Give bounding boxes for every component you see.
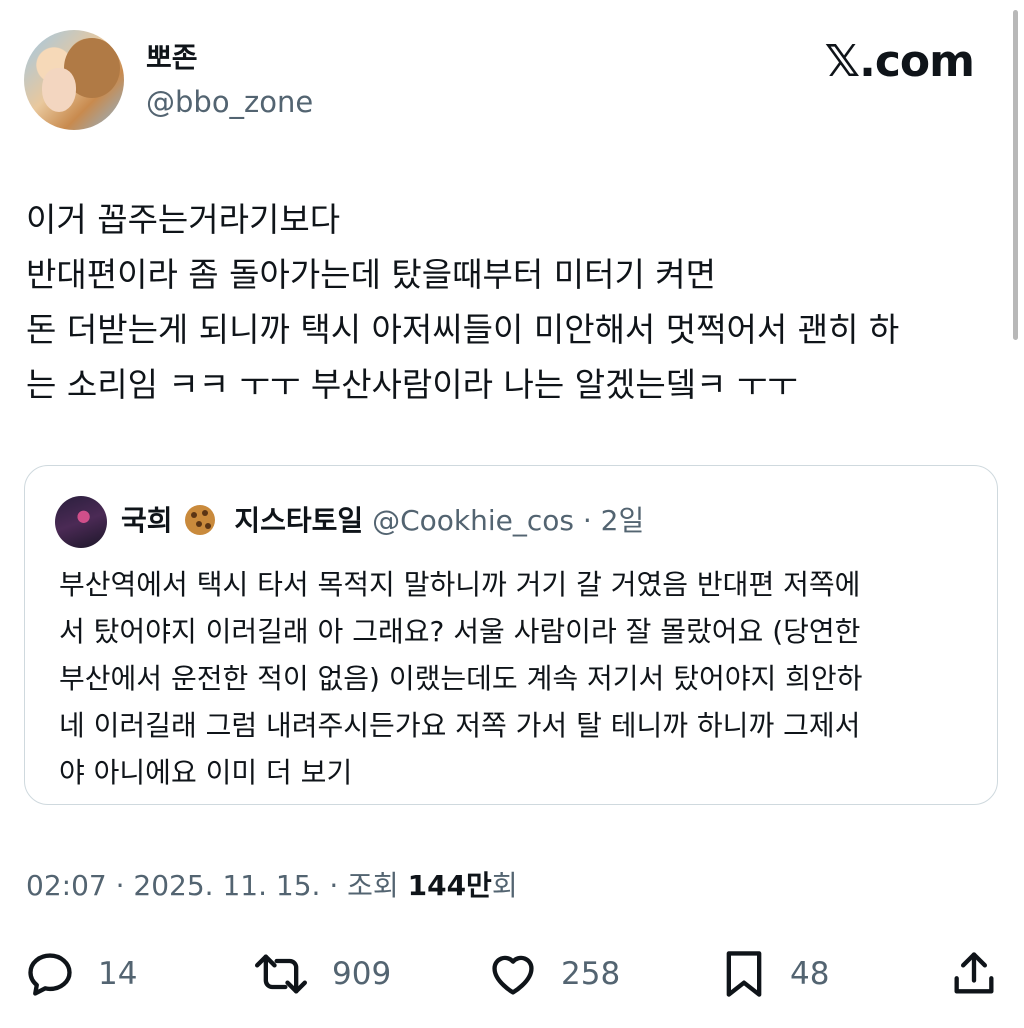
reply-button[interactable]: 14 — [24, 944, 137, 1004]
bookmark-button[interactable]: 48 — [720, 944, 829, 1004]
views-count: 144만 — [407, 869, 492, 902]
quoted-tweet[interactable]: 국희 지스타토일 @Cookhie_cos · 2일 부산역에서 택시 타서 목… — [24, 465, 998, 805]
retweet-button[interactable]: 909 — [252, 944, 391, 1004]
quote-avatar[interactable] — [55, 496, 107, 548]
quote-header: 국희 지스타토일 @Cookhie_cos · 2일 — [121, 500, 644, 542]
quote-name-part2: 지스타토일 — [234, 504, 364, 537]
display-name[interactable]: 뽀존 — [146, 40, 198, 76]
tweet-time[interactable]: 02:07 — [26, 869, 107, 902]
retweet-count: 909 — [332, 956, 392, 992]
views-label: 조회 — [347, 869, 399, 902]
quote-handle: @Cookhie_cos — [372, 504, 574, 537]
quote-name-part1: 국희 — [121, 504, 173, 537]
action-bar: 14 909 258 48 — [0, 944, 1024, 1004]
x-logo[interactable]: 𝕏.com — [825, 38, 975, 86]
like-icon — [487, 948, 539, 1000]
like-count: 258 — [561, 956, 621, 992]
cookie-icon — [185, 505, 216, 535]
tweet-meta: 02:07 · 2025. 11. 15. · 조회 144만회 — [26, 869, 518, 902]
quote-text: 부산역에서 택시 타서 목적지 말하니까 거기 갈 거였음 반대편 저쪽에 서 … — [59, 568, 863, 789]
retweet-icon — [252, 948, 310, 1000]
bookmark-icon — [720, 948, 768, 1000]
tweet-text: 이거 꼽주는거라기보다 반대편이라 좀 돌아가는데 탔을때부터 미터기 켜면 돈… — [26, 200, 900, 404]
like-button[interactable]: 258 — [487, 944, 620, 1004]
avatar[interactable] — [24, 30, 124, 130]
scrollbar[interactable] — [1013, 10, 1018, 340]
views-suffix: 회 — [491, 869, 518, 902]
quote-time: · 2일 — [582, 504, 645, 537]
tweet-date[interactable]: 2025. 11. 15. — [133, 869, 320, 902]
user-handle[interactable]: @bbo_zone — [146, 84, 313, 120]
share-button[interactable] — [948, 944, 1000, 1004]
share-icon — [948, 948, 1000, 1000]
bookmark-count: 48 — [790, 956, 830, 992]
reply-icon — [24, 948, 76, 1000]
reply-count: 14 — [98, 956, 138, 992]
